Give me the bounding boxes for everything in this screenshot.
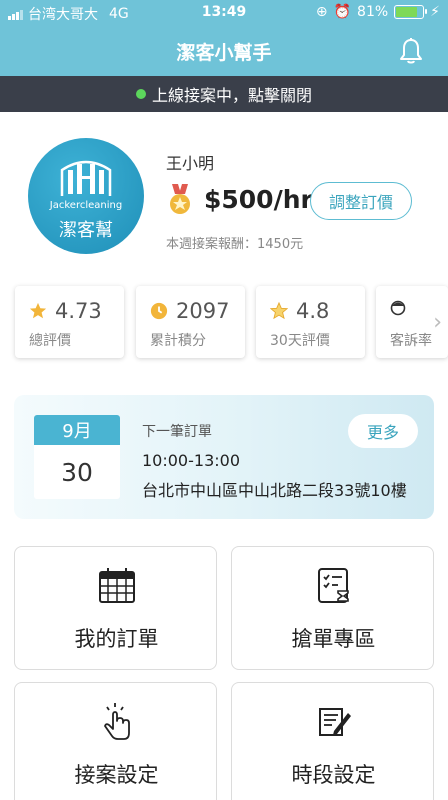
stat-label: 總評價 — [29, 333, 71, 349]
calendar-icon — [99, 568, 135, 603]
order-month: 9月 — [34, 415, 120, 445]
tile-label: 我的訂單 — [74, 627, 159, 651]
time-slot-settings-tile[interactable]: 時段設定 — [231, 682, 434, 800]
status-right: ⊕ ⏰ 81% ⚡ — [316, 4, 440, 20]
document-pen-icon — [319, 708, 351, 736]
battery-icon — [394, 5, 428, 19]
bell-icon[interactable] — [396, 36, 426, 66]
charging-icon: ⚡ — [430, 4, 440, 20]
tile-label: 時段設定 — [291, 763, 376, 787]
star-outline-icon — [270, 302, 288, 320]
online-toggle-banner[interactable]: 上線接案中，點擊關閉 — [0, 76, 448, 112]
hourly-rate: $500/hr — [204, 185, 313, 214]
stat-value: 2097 — [176, 299, 230, 323]
stat-label: 30天評價 — [270, 333, 330, 349]
order-time: 10:00-13:00 — [142, 451, 240, 470]
stat-value: 4.73 — [55, 299, 102, 323]
logo-chinese-text: 潔客幫 — [59, 220, 113, 241]
checklist-icon — [318, 568, 349, 603]
stat-card-30day-rating[interactable]: 4.8 30天評價 — [256, 286, 365, 358]
logo-building-icon — [60, 160, 112, 196]
stat-label: 累計積分 — [150, 333, 206, 349]
order-address: 台北市中山區中山北路二段33號10樓 — [142, 481, 407, 500]
status-bar: 台湾大哥大 4G 13:49 ⊕ ⏰ 81% ⚡ — [0, 0, 448, 26]
stat-card-rating[interactable]: 4.73 總評價 — [15, 286, 124, 358]
order-day: 30 — [61, 457, 93, 487]
job-settings-tile[interactable]: 接案設定 — [14, 682, 217, 800]
stat-card-complaint-rate[interactable]: 客訴率 › — [376, 286, 448, 358]
star-icon — [29, 302, 47, 319]
nav-bar: 潔客小幫手 — [0, 26, 448, 76]
page-title: 潔客小幫手 — [176, 42, 272, 64]
tile-label: 接案設定 — [74, 763, 159, 787]
chevron-right-icon[interactable]: › — [433, 310, 442, 335]
tap-hand-icon — [104, 703, 130, 740]
alarm-icon: ⏰ — [333, 4, 352, 20]
brand-logo: Jackercleaning 潔客幫 — [28, 138, 144, 254]
rotation-lock-icon: ⊕ — [315, 4, 328, 20]
user-name: 王小明 — [166, 154, 215, 173]
logo-english-text: Jackercleaning — [49, 200, 123, 211]
coin-icon — [150, 302, 168, 320]
my-orders-tile[interactable]: 我的訂單 — [14, 546, 217, 670]
weekly-earnings: 本週接案報酬：1450元 — [166, 237, 304, 252]
stat-label: 客訴率 — [390, 333, 432, 349]
online-status-dot — [135, 89, 146, 99]
online-banner-text: 上線接案中，點擊關閉 — [151, 86, 312, 105]
stat-value: 4.8 — [296, 299, 330, 323]
more-orders-button[interactable]: 更多 — [348, 414, 418, 448]
tile-label: 搶單專區 — [291, 627, 376, 651]
order-date-calendar: 9月 30 — [34, 415, 120, 499]
stat-card-points[interactable]: 2097 累計積分 — [136, 286, 245, 358]
medal-icon — [170, 184, 190, 214]
face-icon — [390, 300, 406, 316]
battery-percent: 81% — [357, 4, 389, 20]
adjust-price-button[interactable]: 調整訂價 — [310, 182, 412, 220]
grab-orders-tile[interactable]: 搶單專區 — [231, 546, 434, 670]
next-order-label: 下一筆訂單 — [142, 424, 212, 440]
next-order-card[interactable]: 9月 30 下一筆訂單 更多 10:00-13:00 台北市中山區中山北路二段3… — [14, 395, 434, 519]
